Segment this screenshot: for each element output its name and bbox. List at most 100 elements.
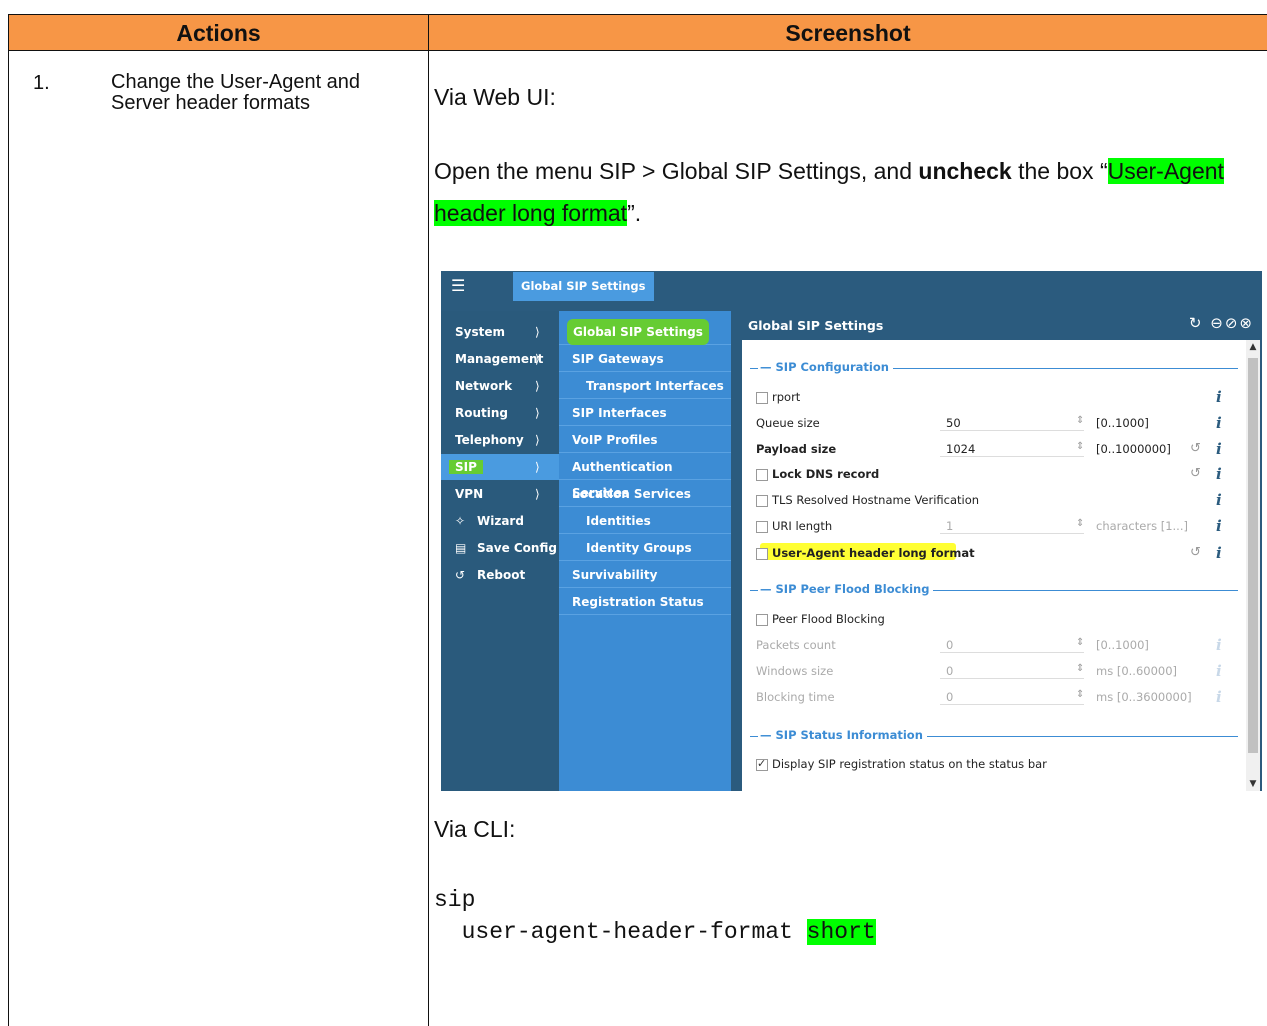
instruction-bold: uncheck <box>918 158 1012 184</box>
row-payload-size: Payload size 1024 ⇕ [0..1000000] ↺ i <box>756 440 1236 460</box>
subnav-label: Survivability <box>572 568 658 582</box>
nav-item-network[interactable]: Network ⟩ <box>441 373 559 399</box>
info-icon[interactable]: i <box>1216 636 1222 654</box>
chevron-right-icon: ⟩ <box>535 352 540 366</box>
peer-flood-blocking-checkbox[interactable] <box>756 614 768 626</box>
chevron-right-icon: ⟩ <box>535 325 540 339</box>
display-sip-status-checkbox[interactable] <box>756 757 768 771</box>
nav-item-management[interactable]: Management ⟩ <box>441 346 559 372</box>
row-uri-length: URI length 1 ⇕ characters [1...] i <box>756 517 1236 537</box>
disable-icon[interactable]: ⊘ <box>1225 314 1240 332</box>
info-icon[interactable]: i <box>1216 414 1222 432</box>
section-sip-peer-flood-blocking: — SIP Peer Flood Blocking <box>750 582 1238 598</box>
nav-item-wizard[interactable]: ✧ Wizard <box>441 508 559 534</box>
payload-size-input[interactable]: 1024 <box>940 442 1084 457</box>
refresh-icon[interactable]: ↻ <box>1189 314 1204 332</box>
subnav-sip-interfaces[interactable]: SIP Interfaces <box>559 400 731 426</box>
blocking-time-input[interactable]: 0 <box>940 690 1084 705</box>
subnav-transport-interfaces[interactable]: Transport Interfaces <box>559 373 731 399</box>
user-agent-long-format-label: User-Agent header long format <box>772 546 975 560</box>
save-icon: ▤ <box>455 541 467 555</box>
subnav-survivability[interactable]: Survivability <box>559 562 731 588</box>
lock-dns-checkbox[interactable] <box>756 469 768 481</box>
instruction-suffix: ”. <box>627 200 642 226</box>
nav-item-vpn[interactable]: VPN ⟩ <box>441 481 559 507</box>
info-icon[interactable]: i <box>1216 465 1222 483</box>
windows-size-input[interactable]: 0 <box>940 664 1084 679</box>
uri-length-checkbox[interactable] <box>756 521 768 533</box>
reset-icon[interactable]: ↺ <box>1190 466 1201 481</box>
uri-length-input[interactable]: 1 <box>940 519 1084 534</box>
chevron-right-icon: ⟩ <box>535 460 540 474</box>
subnav-authentication-services[interactable]: Authentication Services <box>559 454 731 500</box>
sip-highlight: SIP <box>449 460 483 474</box>
scrollbar-thumb[interactable] <box>1248 358 1258 753</box>
chevron-right-icon: ⟩ <box>535 379 540 393</box>
spinner-icon[interactable]: ⇕ <box>1076 689 1084 700</box>
user-agent-long-format-checkbox[interactable] <box>756 548 768 560</box>
settings-panel: Global SIP Settings ↻ ⊖⊘⊗ — SIP Configur… <box>734 308 1262 791</box>
info-icon[interactable]: i <box>1216 544 1222 562</box>
nav-item-label: Routing <box>455 406 509 420</box>
chevron-up-icon[interactable]: ▲ <box>1246 342 1260 352</box>
section-title: — SIP Configuration <box>758 360 893 374</box>
panel-controls: ↻ ⊖⊘⊗ <box>1189 314 1254 332</box>
close-icon[interactable]: ⊗ <box>1239 314 1254 332</box>
chevron-down-icon[interactable]: ▼ <box>1246 779 1260 789</box>
info-icon[interactable]: i <box>1216 662 1222 680</box>
section-title: — SIP Status Information <box>758 728 927 742</box>
nav-item-save-config[interactable]: ▤ Save Config <box>441 535 559 561</box>
info-icon[interactable]: i <box>1216 491 1222 509</box>
subnav-label: SIP Interfaces <box>572 406 667 420</box>
instruction-text: Open the menu SIP > Global SIP Settings,… <box>434 150 1260 234</box>
info-icon[interactable]: i <box>1216 517 1222 535</box>
subnav-sip-gateways[interactable]: SIP Gateways <box>559 346 731 372</box>
wand-icon: ✧ <box>455 514 466 528</box>
reset-icon[interactable]: ↺ <box>1190 441 1201 456</box>
packets-count-input[interactable]: 0 <box>940 638 1084 653</box>
subnav-identities[interactable]: Identities <box>559 508 731 534</box>
info-icon[interactable]: i <box>1216 440 1222 458</box>
row-tls-verification: TLS Resolved Hostname Verification i <box>756 491 1236 511</box>
chevron-right-icon: ⟩ <box>535 433 540 447</box>
nav-item-sip[interactable]: SIP ⟩ <box>441 454 559 480</box>
instruction-mid: the box “ <box>1011 158 1108 184</box>
subnav-voip-profiles[interactable]: VoIP Profiles <box>559 427 731 453</box>
spinner-icon[interactable]: ⇕ <box>1076 637 1084 648</box>
subnav-registration-status[interactable]: Registration Status <box>559 589 731 615</box>
lock-dns-label: Lock DNS record <box>772 467 880 481</box>
info-icon[interactable]: i <box>1216 688 1222 706</box>
nav-item-system[interactable]: System ⟩ <box>441 319 559 345</box>
hamburger-menu-icon[interactable]: ☰ <box>451 278 467 294</box>
subnav-global-sip-settings[interactable]: Global SIP Settings <box>559 319 731 345</box>
ui-screenshot: ☰ Global SIP Settings System ⟩ Management… <box>441 271 1262 791</box>
queue-size-input[interactable]: 50 <box>940 416 1084 431</box>
spinner-icon[interactable]: ⇕ <box>1076 441 1084 452</box>
spinner-icon[interactable]: ⇕ <box>1076 415 1084 426</box>
queue-size-label: Queue size <box>756 416 820 430</box>
row-lock-dns: Lock DNS record ↺ i <box>756 465 1236 485</box>
subnav-label: Identity Groups <box>586 541 692 555</box>
scrollbar[interactable]: ▲ ▼ <box>1246 340 1260 791</box>
via-cli-label: Via CLI: <box>434 816 516 842</box>
nav-item-telephony[interactable]: Telephony ⟩ <box>441 427 559 453</box>
reset-icon[interactable]: ↺ <box>1190 545 1201 560</box>
tab-global-sip-settings[interactable]: Global SIP Settings <box>513 272 654 301</box>
subnav-location-services[interactable]: Location Services <box>559 481 731 507</box>
panel-title: Global SIP Settings <box>748 318 884 333</box>
minimize-icon[interactable]: ⊖ <box>1210 314 1225 332</box>
info-icon[interactable]: i <box>1216 388 1222 406</box>
spinner-icon[interactable]: ⇕ <box>1076 518 1084 529</box>
tls-verification-checkbox[interactable] <box>756 495 768 507</box>
subnav-identity-groups[interactable]: Identity Groups <box>559 535 731 561</box>
rport-checkbox[interactable] <box>756 392 768 404</box>
table-border-left <box>8 51 9 1026</box>
subnav-label: Location Services <box>572 487 691 501</box>
nav-item-reboot[interactable]: ↺ Reboot <box>441 562 559 588</box>
spinner-icon[interactable]: ⇕ <box>1076 663 1084 674</box>
row-user-agent-long-format: User-Agent header long format ↺ i <box>756 543 1236 564</box>
nav-item-routing[interactable]: Routing ⟩ <box>441 400 559 426</box>
section-sip-status-information: — SIP Status Information <box>750 728 1238 744</box>
nav-item-label: SIP <box>449 454 483 480</box>
section-title: — SIP Peer Flood Blocking <box>758 582 934 596</box>
